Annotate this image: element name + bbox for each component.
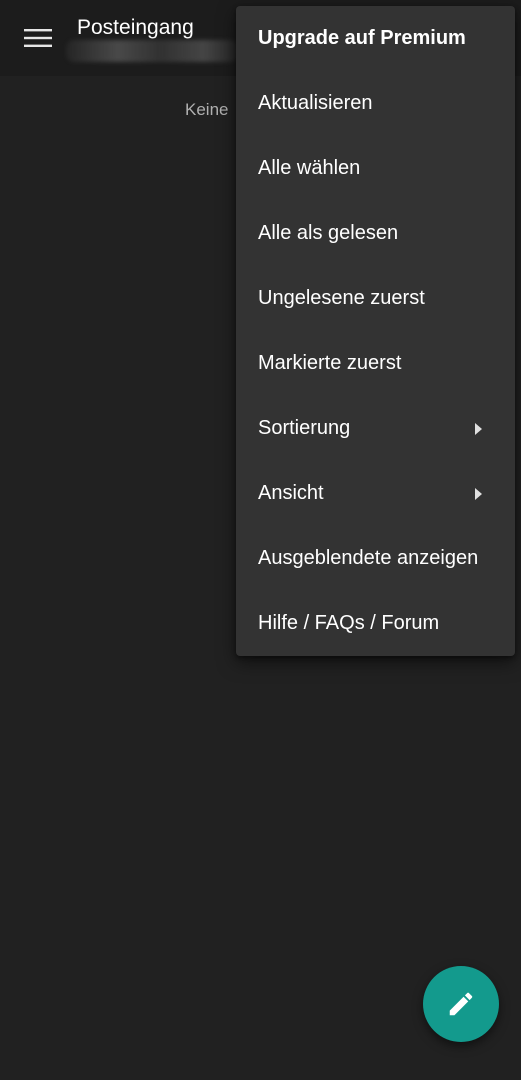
submenu-arrow-icon xyxy=(475,487,482,500)
menu-item-label: Upgrade auf Premium xyxy=(258,27,466,49)
menu-item-label: Ungelesene zuerst xyxy=(258,287,425,309)
empty-list-message: Keine xyxy=(185,100,229,119)
compose-button[interactable] xyxy=(423,966,499,1042)
menu-item-label: Sortierung xyxy=(258,417,351,439)
menu-item-view[interactable]: Ansicht xyxy=(236,461,515,526)
menu-item-help-faq-forum[interactable]: Hilfe / FAQs / Forum xyxy=(236,591,515,656)
menu-item-refresh[interactable]: Aktualisieren xyxy=(236,71,515,136)
menu-item-label: Alle wählen xyxy=(258,157,361,179)
menu-item-label: Ausgeblendete anzeigen xyxy=(258,547,479,569)
menu-item-label: Hilfe / FAQs / Forum xyxy=(258,612,440,634)
menu-item-unread-first[interactable]: Ungelesene zuerst xyxy=(236,266,515,331)
menu-item-mark-all-read[interactable]: Alle als gelesen xyxy=(236,201,515,266)
menu-item-show-hidden[interactable]: Ausgeblendete anzeigen xyxy=(236,526,515,591)
account-subtitle-redacted xyxy=(66,40,238,62)
menu-item-label: Alle als gelesen xyxy=(258,222,399,244)
menu-item-label: Ansicht xyxy=(258,482,324,504)
hamburger-menu-icon[interactable] xyxy=(14,18,62,58)
pencil-icon xyxy=(449,992,473,1016)
menu-item-sorting[interactable]: Sortierung xyxy=(236,396,515,461)
menu-item-upgrade-premium[interactable]: Upgrade auf Premium xyxy=(236,6,515,71)
menu-item-label: Aktualisieren xyxy=(258,92,373,114)
page-title: Posteingang xyxy=(77,16,194,39)
menu-item-starred-first[interactable]: Markierte zuerst xyxy=(236,331,515,396)
submenu-arrow-icon xyxy=(475,422,482,435)
overflow-menu: Upgrade auf Premium Aktualisieren Alle w… xyxy=(236,6,515,656)
menu-item-label: Markierte zuerst xyxy=(258,352,402,374)
menu-item-select-all[interactable]: Alle wählen xyxy=(236,136,515,201)
